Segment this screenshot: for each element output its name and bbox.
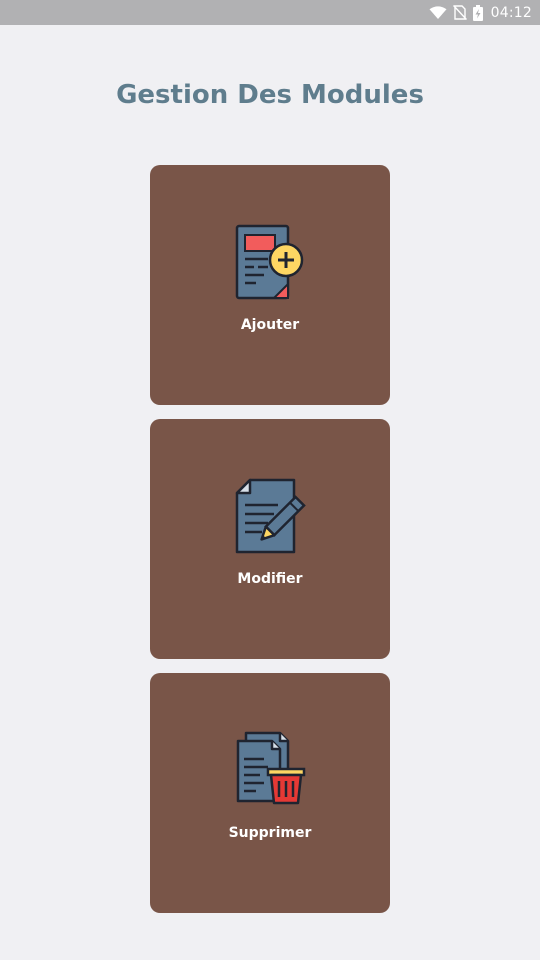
document-delete-icon bbox=[234, 731, 306, 811]
document-edit-icon bbox=[234, 477, 306, 557]
battery-charging-icon bbox=[472, 4, 483, 21]
add-module-label: Ajouter bbox=[240, 317, 300, 333]
delete-module-label: Supprimer bbox=[228, 825, 312, 841]
status-bar: 04:12 bbox=[0, 0, 540, 25]
add-module-button[interactable]: Ajouter bbox=[150, 165, 390, 405]
no-sim-icon bbox=[452, 5, 467, 20]
document-add-icon bbox=[234, 223, 306, 303]
wifi-icon bbox=[429, 5, 447, 20]
delete-module-button[interactable]: Supprimer bbox=[150, 673, 390, 913]
status-time: 04:12 bbox=[490, 4, 532, 21]
page-title: Gestion Des Modules bbox=[116, 80, 424, 110]
edit-module-button[interactable]: Modifier bbox=[150, 419, 390, 659]
edit-module-label: Modifier bbox=[237, 571, 303, 587]
